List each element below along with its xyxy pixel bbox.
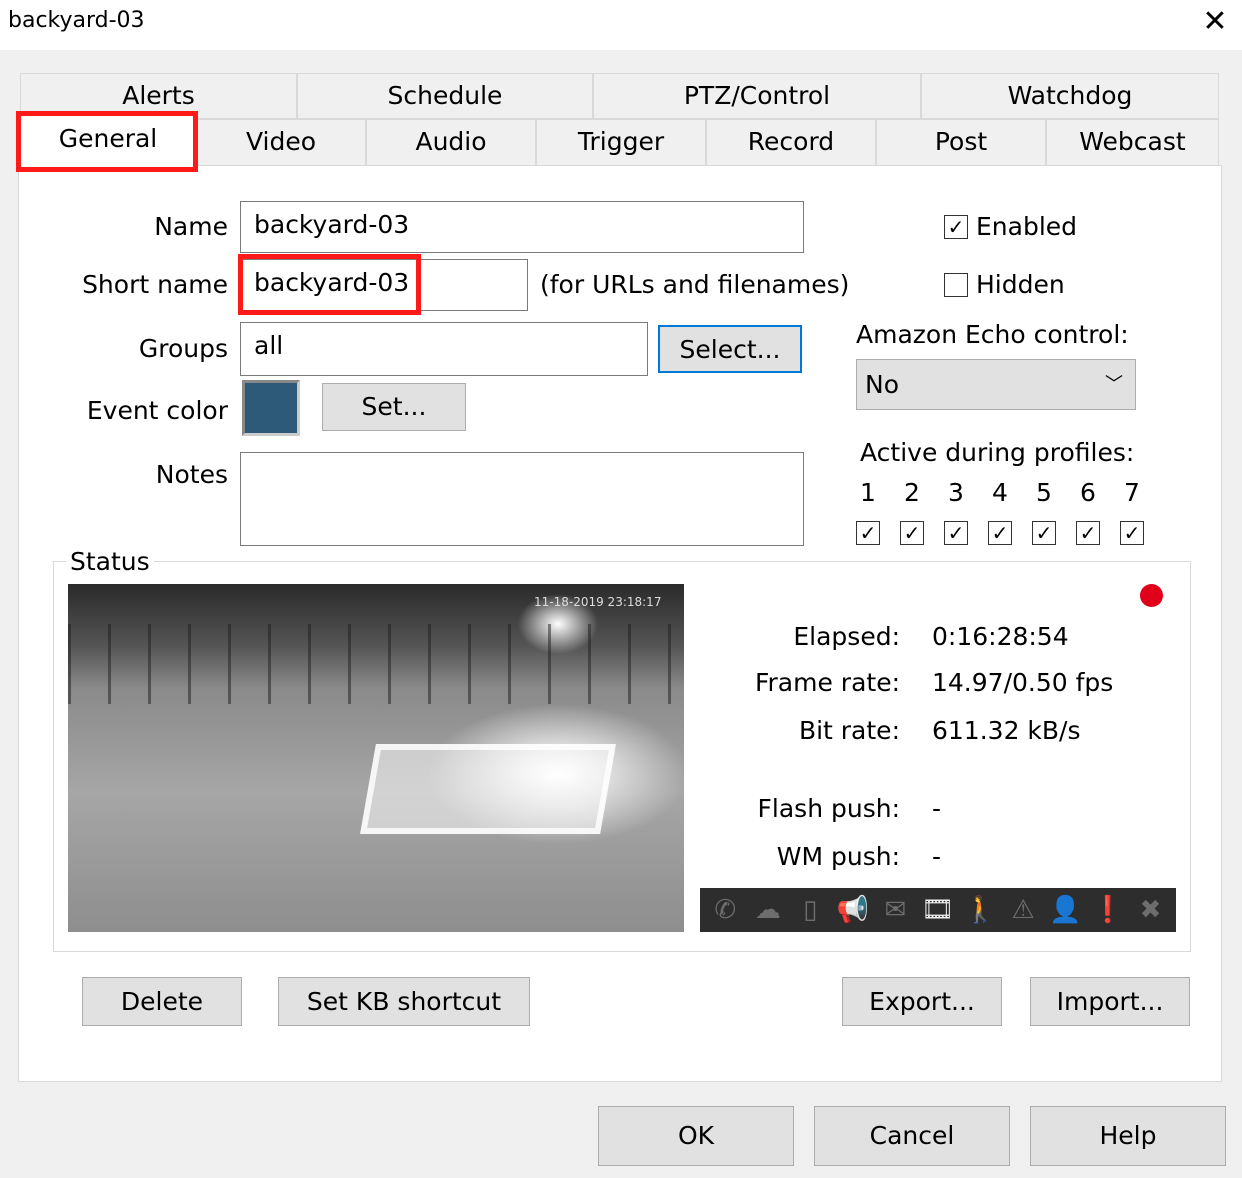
window-title: backyard-03 [8, 8, 145, 33]
select-groups-button[interactable]: Select... [658, 325, 802, 373]
status-label: Status [66, 547, 154, 576]
set-color-button[interactable]: Set... [322, 383, 466, 431]
hidden-label: Hidden [976, 270, 1065, 299]
chevron-down-icon: ﹀ [1105, 374, 1123, 395]
status-row-label: Bit rate: [798, 716, 900, 745]
tab-webcast[interactable]: Webcast [1046, 119, 1219, 166]
highlight-box [16, 111, 198, 172]
status-icon-bar: ✆ ☁ ▯ 📢 ✉ 🎞 🚶 ⚠ 👤 ❗ ✖ [700, 888, 1176, 932]
profile-7-checkbox[interactable]: ✓ [1120, 521, 1144, 545]
profile-2-checkbox[interactable]: ✓ [900, 521, 924, 545]
notes-label: Notes [155, 460, 228, 489]
export-button[interactable]: Export... [842, 977, 1002, 1026]
person-icon[interactable]: 👤 [1048, 895, 1084, 925]
profile-1-checkbox[interactable]: ✓ [856, 521, 880, 545]
alert-icon[interactable]: ❗ [1090, 895, 1126, 925]
profile-number: 3 [948, 478, 964, 507]
name-input[interactable]: backyard-03 [240, 201, 804, 253]
import-button[interactable]: Import... [1030, 977, 1190, 1026]
notes-input[interactable] [240, 452, 804, 546]
camera-timestamp: 11-18-2019 23:18:17 [534, 595, 662, 609]
hidden-checkbox[interactable] [944, 273, 968, 297]
echo-dropdown[interactable]: No ﹀ [856, 359, 1136, 410]
groups-input[interactable]: all [240, 322, 648, 376]
status-row-label: Elapsed: [793, 622, 900, 651]
status-row-value: - [932, 794, 942, 823]
set-kb-shortcut-button[interactable]: Set KB shortcut [278, 977, 530, 1026]
tab-watchdog[interactable]: Watchdog [921, 73, 1219, 119]
fence [68, 624, 684, 704]
title-bar [0, 0, 1242, 50]
name-label: Name [154, 212, 228, 241]
camera-preview[interactable]: 11-18-2019 23:18:17 [68, 584, 684, 932]
profile-5-checkbox[interactable]: ✓ [1032, 521, 1056, 545]
event-color-label: Event color [86, 396, 228, 425]
tab-record[interactable]: Record [706, 119, 876, 166]
tablet-icon[interactable]: ▯ [792, 895, 828, 925]
delete-button[interactable]: Delete [82, 977, 242, 1026]
status-row-value: 611.32 kB/s [932, 716, 1081, 745]
profile-3-checkbox[interactable]: ✓ [944, 521, 968, 545]
profile-number: 4 [992, 478, 1008, 507]
profiles-label: Active during profiles: [860, 438, 1135, 467]
tab-ptz-control[interactable]: PTZ/Control [593, 73, 921, 119]
enabled-checkbox[interactable]: ✓ [944, 215, 968, 239]
status-row-label: WM push: [776, 842, 900, 871]
email-icon[interactable]: ✉ [877, 895, 913, 925]
cancel-button[interactable]: Cancel [814, 1106, 1010, 1166]
profile-6-checkbox[interactable]: ✓ [1076, 521, 1100, 545]
status-row-value: 14.97/0.50 fps [932, 668, 1114, 697]
enabled-label: Enabled [976, 212, 1078, 241]
groups-label: Groups [138, 334, 228, 363]
tab-post[interactable]: Post [876, 119, 1046, 166]
motion-icon[interactable]: 🚶 [962, 895, 998, 925]
event-color-swatch[interactable] [242, 380, 300, 436]
short-name-label: Short name [82, 270, 228, 299]
cloud-upload-icon[interactable]: ☁ [750, 895, 786, 925]
status-row-value: - [932, 842, 942, 871]
status-row-label: Flash push: [757, 794, 900, 823]
highlight-box [238, 254, 421, 315]
profile-4-checkbox[interactable]: ✓ [988, 521, 1012, 545]
tab-schedule[interactable]: Schedule [297, 73, 593, 119]
ok-button[interactable]: OK [598, 1106, 794, 1166]
tab-audio[interactable]: Audio [366, 119, 536, 166]
profile-number: 2 [904, 478, 920, 507]
pool-cover [360, 744, 616, 834]
megaphone-icon[interactable]: 📢 [835, 895, 871, 925]
echo-value: No [865, 370, 899, 399]
short-name-hint: (for URLs and filenames) [540, 270, 850, 299]
help-button[interactable]: Help [1030, 1106, 1226, 1166]
film-icon[interactable]: 🎞 [920, 895, 956, 925]
profile-number: 1 [860, 478, 876, 507]
warning-icon[interactable]: ⚠ [1005, 895, 1041, 925]
profile-number: 5 [1036, 478, 1052, 507]
profile-number: 7 [1124, 478, 1140, 507]
status-row-label: Frame rate: [754, 668, 900, 697]
tab-trigger[interactable]: Trigger [536, 119, 706, 166]
close-icon[interactable]: ✕ [1198, 4, 1232, 39]
cancel-icon[interactable]: ✖ [1133, 895, 1169, 925]
tab-video[interactable]: Video [196, 119, 366, 166]
status-row-value: 0:16:28:54 [932, 622, 1069, 651]
recording-indicator [1140, 584, 1163, 607]
phone-icon[interactable]: ✆ [707, 895, 743, 925]
profile-number: 6 [1080, 478, 1096, 507]
echo-label: Amazon Echo control: [856, 320, 1129, 349]
